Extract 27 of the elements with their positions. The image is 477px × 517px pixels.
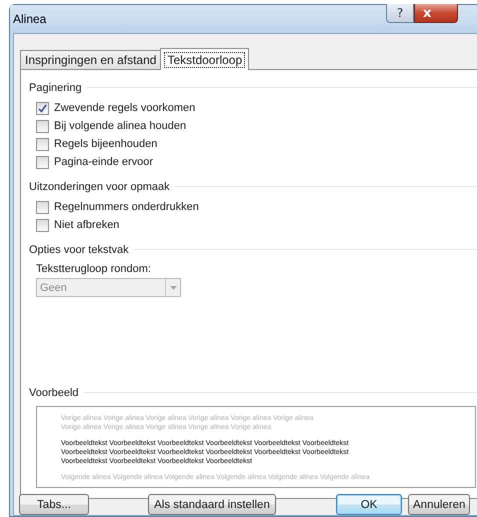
- section-heading: Paginering: [29, 82, 82, 94]
- checkbox[interactable]: [36, 218, 49, 232]
- checkbox-label[interactable]: Zwevende regels voorkomen: [54, 102, 196, 114]
- checkbox[interactable]: [36, 120, 49, 132]
- checkbox-label[interactable]: Bij volgende alinea houden: [54, 120, 186, 132]
- checkbox-label[interactable]: Regels bijeenhouden: [54, 138, 158, 150]
- checkbox[interactable]: [36, 138, 49, 150]
- window-title: Alinea: [13, 12, 46, 26]
- dropdown-label: Tekstterugloop rondom:: [36, 263, 152, 275]
- checkbox-label[interactable]: Pagina-einde ervoor: [54, 156, 154, 168]
- section-heading: Voorbeeld: [29, 386, 79, 398]
- dialog-button[interactable]: Annuleren: [408, 494, 470, 515]
- checkbox-label[interactable]: Regelnummers onderdrukken: [54, 201, 199, 213]
- close-button[interactable]: x: [414, 4, 458, 23]
- dropdown-arrow-icon: [170, 286, 176, 290]
- section-heading: Uitzonderingen voor opmaak: [29, 180, 170, 192]
- checkbox[interactable]: [36, 102, 49, 114]
- dialog-button[interactable]: Als standaard instellen: [148, 494, 276, 515]
- dialog-button[interactable]: Tabs...: [19, 494, 89, 515]
- section-heading: Opties voor tekstvak: [29, 244, 129, 256]
- dialog-button[interactable]: OK: [336, 494, 402, 515]
- tab[interactable]: Inspringingen en afstand: [20, 50, 162, 69]
- checkbox[interactable]: [36, 156, 49, 168]
- checkbox-label[interactable]: Niet afbreken: [54, 219, 120, 231]
- tab[interactable]: Tekstdoorloop: [160, 48, 250, 70]
- checkbox[interactable]: [36, 200, 49, 214]
- help-button[interactable]: ?: [386, 4, 414, 23]
